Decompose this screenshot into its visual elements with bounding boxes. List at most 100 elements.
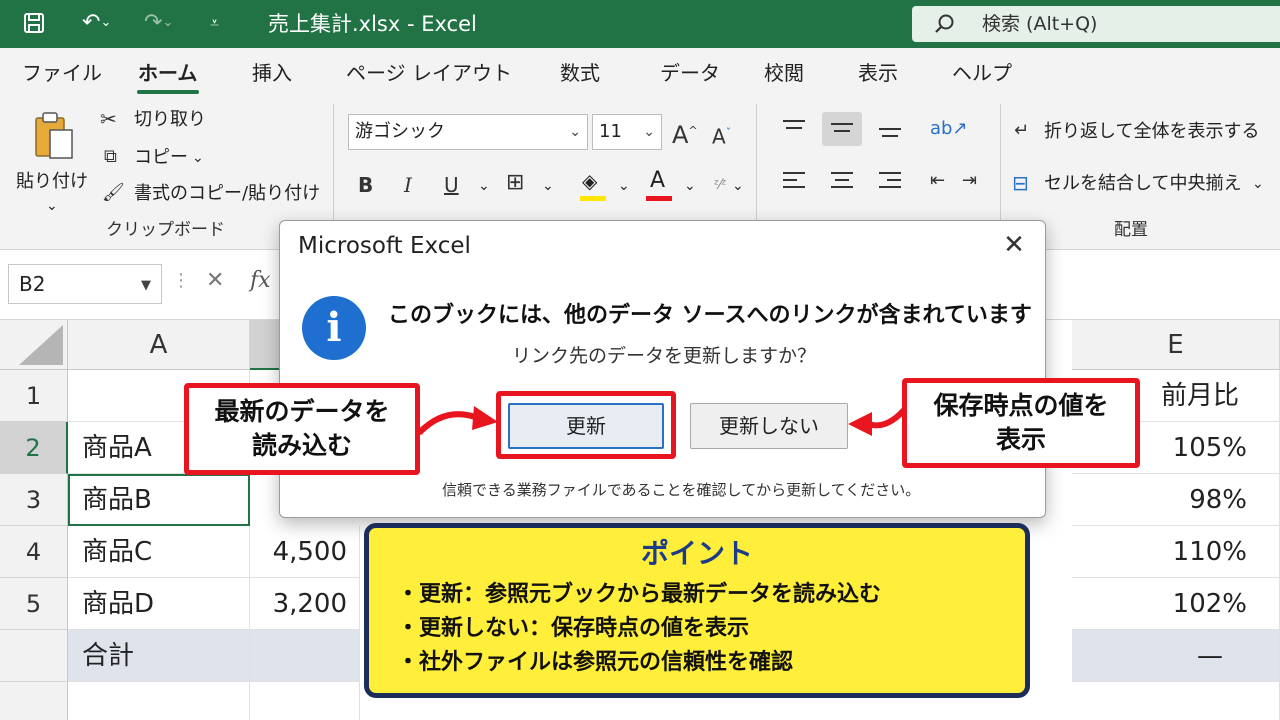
increase-font-icon[interactable]: A^ xyxy=(672,118,698,148)
borders-dropdown-icon[interactable]: ⌄ xyxy=(542,174,554,198)
point-item-1: ・更新：参照元ブックから最新データを読み込む xyxy=(397,582,882,607)
paste-button[interactable]: 貼り付け ⌄ xyxy=(14,106,90,216)
cell-e3[interactable]: 98% xyxy=(1072,474,1280,526)
row-header-3[interactable]: 3 xyxy=(0,474,68,526)
increase-indent-icon[interactable]: ⇥ xyxy=(962,168,977,194)
column-header-a[interactable]: A xyxy=(68,320,250,370)
tab-help[interactable]: ヘルプ xyxy=(952,60,1012,86)
cell-a4[interactable]: 商品C xyxy=(68,526,250,578)
left-callout-line-2: 読み込む xyxy=(251,431,352,460)
merge-center-button[interactable]: セルを結合して中央揃え xyxy=(1044,172,1241,196)
fill-color-dropdown-icon[interactable]: ⌄ xyxy=(618,174,630,198)
row-header-7[interactable] xyxy=(0,682,68,720)
tab-home[interactable]: ホーム xyxy=(138,60,197,86)
cell-b7[interactable] xyxy=(250,682,360,720)
tab-data[interactable]: データ xyxy=(660,60,720,86)
tab-view[interactable]: 表示 xyxy=(858,60,898,86)
customize-qat-icon[interactable]: ⩡ xyxy=(210,8,219,38)
left-arrow-icon xyxy=(417,406,498,435)
font-name-value: 游ゴシック xyxy=(355,121,445,142)
cut-label[interactable]: 切り取り xyxy=(134,108,206,132)
align-center-button[interactable] xyxy=(822,164,862,198)
align-middle-button[interactable] xyxy=(822,112,862,146)
cell-b6[interactable] xyxy=(250,630,360,682)
underline-dropdown-icon[interactable]: ⌄ xyxy=(478,174,490,198)
format-painter-icon[interactable]: 🖌 xyxy=(102,180,125,206)
cut-icon[interactable]: ✂ xyxy=(100,106,117,132)
point-item-3: ・社外ファイルは参照元の信頼性を確認 xyxy=(397,650,794,675)
left-callout: 最新のデータを 読み込む xyxy=(184,383,420,475)
tab-insert[interactable]: 挿入 xyxy=(252,60,292,86)
italic-button[interactable]: I xyxy=(404,172,412,198)
dialog-note: 信頼できる業務ファイルであることを確認してから更新してください。 xyxy=(442,481,921,499)
align-right-button[interactable] xyxy=(870,164,910,198)
decrease-font-icon[interactable]: Aˇ xyxy=(712,120,731,150)
cell-e6[interactable]: — xyxy=(1072,630,1280,682)
save-icon[interactable] xyxy=(22,8,46,44)
row-header-6[interactable] xyxy=(0,630,68,682)
font-name-select[interactable]: 游ゴシック ⌄ xyxy=(348,114,588,150)
cancel-icon[interactable]: ✕ xyxy=(206,268,224,293)
tab-review[interactable]: 校閲 xyxy=(764,60,804,86)
no-update-button[interactable]: 更新しない xyxy=(690,403,848,449)
redo-icon[interactable]: ↷⌄ xyxy=(144,8,173,38)
tab-page-layout[interactable]: ページ レイアウト xyxy=(346,60,512,86)
phonetic-dropdown-icon[interactable]: ⌄ xyxy=(732,174,744,198)
format-painter-label[interactable]: 書式のコピー/貼り付け xyxy=(134,182,320,206)
copy-label[interactable]: コピー xyxy=(134,146,188,170)
column-header-e[interactable]: E xyxy=(1072,320,1280,370)
ribbon-tabs: ファイル ホーム 挿入 ページ レイアウト 数式 データ 校閲 表示 ヘルプ xyxy=(0,48,1280,96)
tab-file[interactable]: ファイル xyxy=(22,60,102,86)
search-box[interactable]: 検索 (Alt+Q) xyxy=(912,6,1280,42)
font-size-select[interactable]: 11 ⌄ xyxy=(592,114,662,150)
cell-e7[interactable] xyxy=(1072,682,1280,720)
wrap-text-button[interactable]: 折り返して全体を表示する xyxy=(1044,120,1259,144)
align-left-button[interactable] xyxy=(774,164,814,198)
tab-formulas[interactable]: 数式 xyxy=(560,60,600,86)
undo-icon[interactable]: ↶⌄ xyxy=(82,8,111,38)
left-callout-line-1: 最新のデータを xyxy=(214,397,390,426)
underline-button[interactable]: U xyxy=(444,172,459,198)
name-box[interactable]: B2 ▼ xyxy=(8,264,162,304)
cell-a3[interactable]: 商品B xyxy=(68,474,250,526)
cell-b4[interactable]: 4,500 xyxy=(250,526,360,578)
name-box-value: B2 xyxy=(19,272,46,296)
chevron-down-icon: ⌄ xyxy=(643,124,655,140)
row-header-1[interactable]: 1 xyxy=(0,370,68,422)
info-icon: i xyxy=(302,296,366,360)
cell-e4[interactable]: 110% xyxy=(1072,526,1280,578)
dialog-sub-message: リンク先のデータを更新しますか？ xyxy=(512,345,817,367)
decrease-indent-icon[interactable]: ⇤ xyxy=(930,168,945,194)
cell-a6[interactable]: 合計 xyxy=(68,630,250,682)
borders-icon[interactable]: ⊞ xyxy=(506,170,524,196)
fill-color-icon[interactable]: ◈ xyxy=(578,168,608,202)
row-header-5[interactable]: 5 xyxy=(0,578,68,630)
cell-b5[interactable]: 3,200 xyxy=(250,578,360,630)
cell-a5[interactable]: 商品D xyxy=(68,578,250,630)
orientation-icon[interactable]: ab↗ xyxy=(930,116,968,142)
right-callout: 保存時点の値を 表示 xyxy=(902,378,1140,468)
paste-dropdown-icon[interactable]: ⌄ xyxy=(46,194,58,218)
row-header-2[interactable]: 2 xyxy=(0,422,68,474)
cell-e5[interactable]: 102% xyxy=(1072,578,1280,630)
insert-function-icon[interactable]: fx xyxy=(250,268,271,293)
search-placeholder: 検索 (Alt+Q) xyxy=(982,13,1098,35)
bold-button[interactable]: B xyxy=(358,172,373,198)
clipboard-group-label: クリップボード xyxy=(106,220,225,240)
copy-dropdown-icon[interactable]: ⌄ xyxy=(192,146,204,170)
font-color-dropdown-icon[interactable]: ⌄ xyxy=(684,174,696,198)
close-icon[interactable]: ✕ xyxy=(998,229,1030,261)
row-header-4[interactable]: 4 xyxy=(0,526,68,578)
font-color-icon[interactable]: A xyxy=(644,168,674,202)
wrap-text-icon[interactable]: ↵ xyxy=(1014,118,1029,144)
name-box-dropdown-icon[interactable]: ▼ xyxy=(141,273,151,299)
merge-center-icon[interactable]: ⊟ xyxy=(1012,170,1029,196)
merge-dropdown-icon[interactable]: ⌄ xyxy=(1252,172,1264,196)
copy-icon[interactable]: ⧉ xyxy=(104,144,117,170)
align-bottom-button[interactable] xyxy=(870,112,910,146)
select-all-button[interactable] xyxy=(0,320,68,370)
chevron-down-icon: ⌄ xyxy=(569,124,581,140)
align-top-button[interactable] xyxy=(774,112,814,146)
phonetic-icon[interactable]: ᶻ⁄ᶻ xyxy=(714,172,727,198)
cell-a7[interactable] xyxy=(68,682,250,720)
